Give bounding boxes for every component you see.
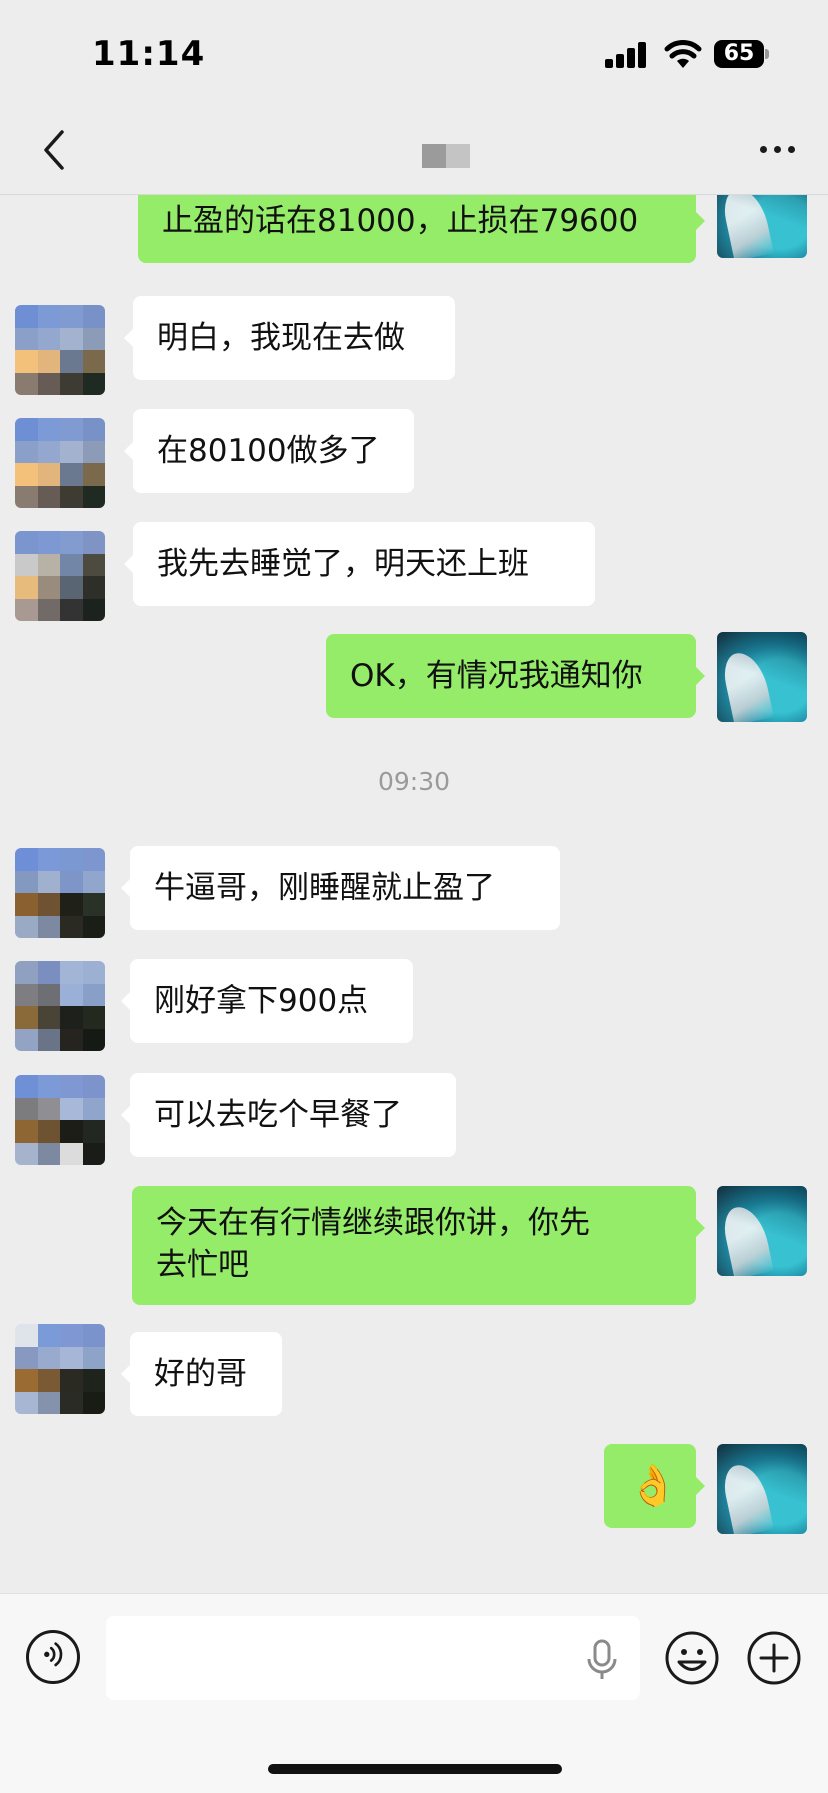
input-bar — [0, 1593, 828, 1793]
message-bubble-other[interactable]: 刚好拿下900点 — [121, 959, 413, 1043]
emoji-icon[interactable] — [664, 1630, 720, 1686]
contact-avatar[interactable] — [15, 531, 105, 621]
self-avatar[interactable] — [717, 1444, 807, 1534]
status-bar: 11:14 65 — [0, 0, 828, 110]
time-divider: 09:30 — [377, 767, 451, 796]
message-bubble-self[interactable]: 今天在有行情继续跟你讲，你先 去忙吧 — [132, 1186, 705, 1305]
message-bubble-self[interactable]: 👌 — [604, 1444, 705, 1528]
contact-avatar[interactable] — [15, 1324, 105, 1414]
home-indicator — [268, 1764, 562, 1774]
signal-icon — [605, 42, 649, 68]
chevron-left-icon[interactable] — [38, 128, 68, 172]
chat-area[interactable]: 止盈的话在81000，止损在79600 明白，我现在去做 在80100做多了 我… — [0, 195, 828, 1593]
self-avatar[interactable] — [717, 632, 807, 722]
mic-icon[interactable] — [584, 1638, 620, 1682]
chat-title — [422, 144, 470, 168]
plus-icon[interactable] — [746, 1630, 802, 1686]
contact-avatar[interactable] — [15, 848, 105, 938]
battery-icon: 65 — [714, 40, 770, 68]
message-bubble-other[interactable]: 明白，我现在去做 — [124, 296, 455, 380]
contact-avatar[interactable] — [15, 305, 105, 395]
message-input[interactable] — [106, 1616, 640, 1700]
self-avatar[interactable] — [717, 195, 807, 258]
message-bubble-other[interactable]: 我先去睡觉了，明天还上班 — [124, 522, 595, 606]
contact-avatar[interactable] — [15, 961, 105, 1051]
wifi-icon — [664, 40, 702, 68]
battery-level: 65 — [714, 40, 764, 68]
nav-bar — [0, 110, 828, 195]
message-bubble-other[interactable]: 在80100做多了 — [124, 409, 414, 493]
message-bubble-other[interactable]: 牛逼哥，刚睡醒就止盈了 — [121, 846, 560, 930]
contact-avatar[interactable] — [15, 418, 105, 508]
message-bubble-self[interactable]: 止盈的话在81000，止损在79600 — [138, 195, 705, 263]
self-avatar[interactable] — [717, 1186, 807, 1276]
voice-icon[interactable] — [26, 1630, 80, 1684]
more-icon[interactable] — [760, 146, 800, 158]
contact-avatar[interactable] — [15, 1075, 105, 1165]
message-bubble-other[interactable]: 好的哥 — [121, 1332, 282, 1416]
status-time: 11:14 — [92, 34, 206, 74]
message-bubble-other[interactable]: 可以去吃个早餐了 — [121, 1073, 456, 1157]
message-bubble-self[interactable]: OK，有情况我通知你 — [326, 634, 705, 718]
